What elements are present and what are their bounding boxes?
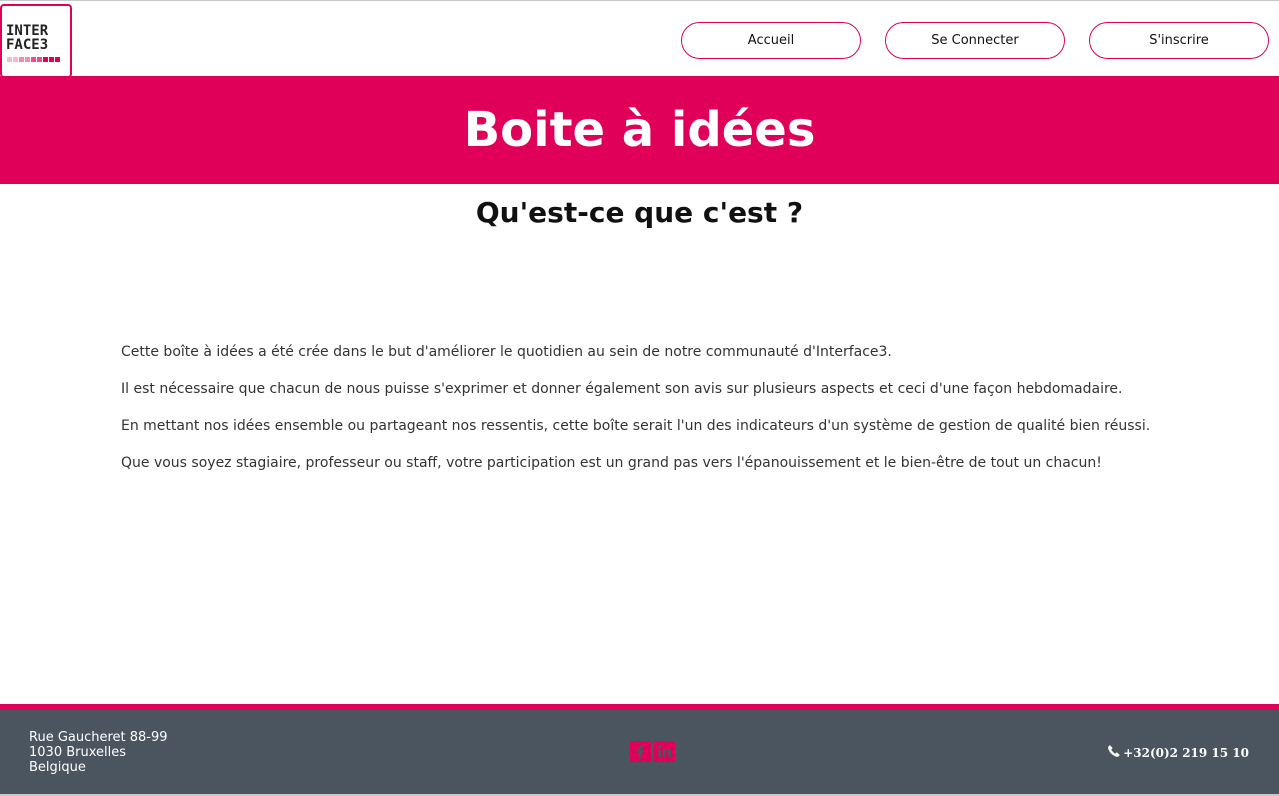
social-links bbox=[630, 741, 675, 762]
site-footer: Rue Gaucheret 88-99 1030 Bruxelles Belgi… bbox=[0, 710, 1279, 794]
address-country: Belgique bbox=[29, 760, 86, 775]
logo-text-line1: INTER bbox=[6, 23, 49, 39]
intro-paragraph-4: Que vous soyez stagiaire, professeur ou … bbox=[121, 455, 1102, 471]
logo-squares bbox=[7, 57, 60, 62]
site-header bbox=[0, 4, 1279, 76]
nav-login-button[interactable]: Se Connecter bbox=[885, 22, 1065, 59]
logo-square bbox=[43, 57, 48, 62]
logo-square bbox=[19, 57, 24, 62]
nav-home-button[interactable]: Accueil bbox=[681, 22, 861, 59]
logo-square bbox=[25, 57, 30, 62]
phone-number: +32(0)2 219 15 10 bbox=[1123, 745, 1249, 760]
logo-square bbox=[55, 57, 60, 62]
intro-paragraph-3: En mettant nos idées ensemble ou partage… bbox=[121, 418, 1151, 434]
intro-paragraph-1: Cette boîte à idées a été crée dans le b… bbox=[121, 344, 892, 360]
logo-square bbox=[7, 57, 12, 62]
address-city: 1030 Bruxelles bbox=[29, 745, 127, 760]
title-banner: Boite à idées bbox=[0, 76, 1279, 184]
page-title: Boite à idées bbox=[463, 102, 816, 158]
logo-square bbox=[37, 57, 42, 62]
intro-text: Cette boîte à idées a été crée dans le b… bbox=[121, 343, 1221, 491]
intro-paragraph-2: Il est nécessaire que chacun de nous pui… bbox=[121, 381, 1123, 397]
linkedin-icon[interactable] bbox=[654, 741, 675, 762]
phone-icon bbox=[1108, 745, 1120, 760]
interface3-logo[interactable]: INTER FACE3 bbox=[0, 4, 72, 78]
footer-phone[interactable]: +32(0)2 219 15 10 bbox=[1108, 745, 1249, 760]
logo-square bbox=[13, 57, 18, 62]
footer-address: Rue Gaucheret 88-99 1030 Bruxelles Belgi… bbox=[29, 730, 168, 775]
logo-square bbox=[49, 57, 54, 62]
section-heading: Qu'est-ce que c'est ? bbox=[475, 196, 804, 229]
facebook-icon[interactable] bbox=[630, 741, 651, 762]
logo-square bbox=[31, 57, 36, 62]
nav-register-button[interactable]: S'inscrire bbox=[1089, 22, 1269, 59]
logo-text-line2: FACE3 bbox=[6, 37, 49, 53]
address-street: Rue Gaucheret 88-99 bbox=[29, 730, 168, 745]
